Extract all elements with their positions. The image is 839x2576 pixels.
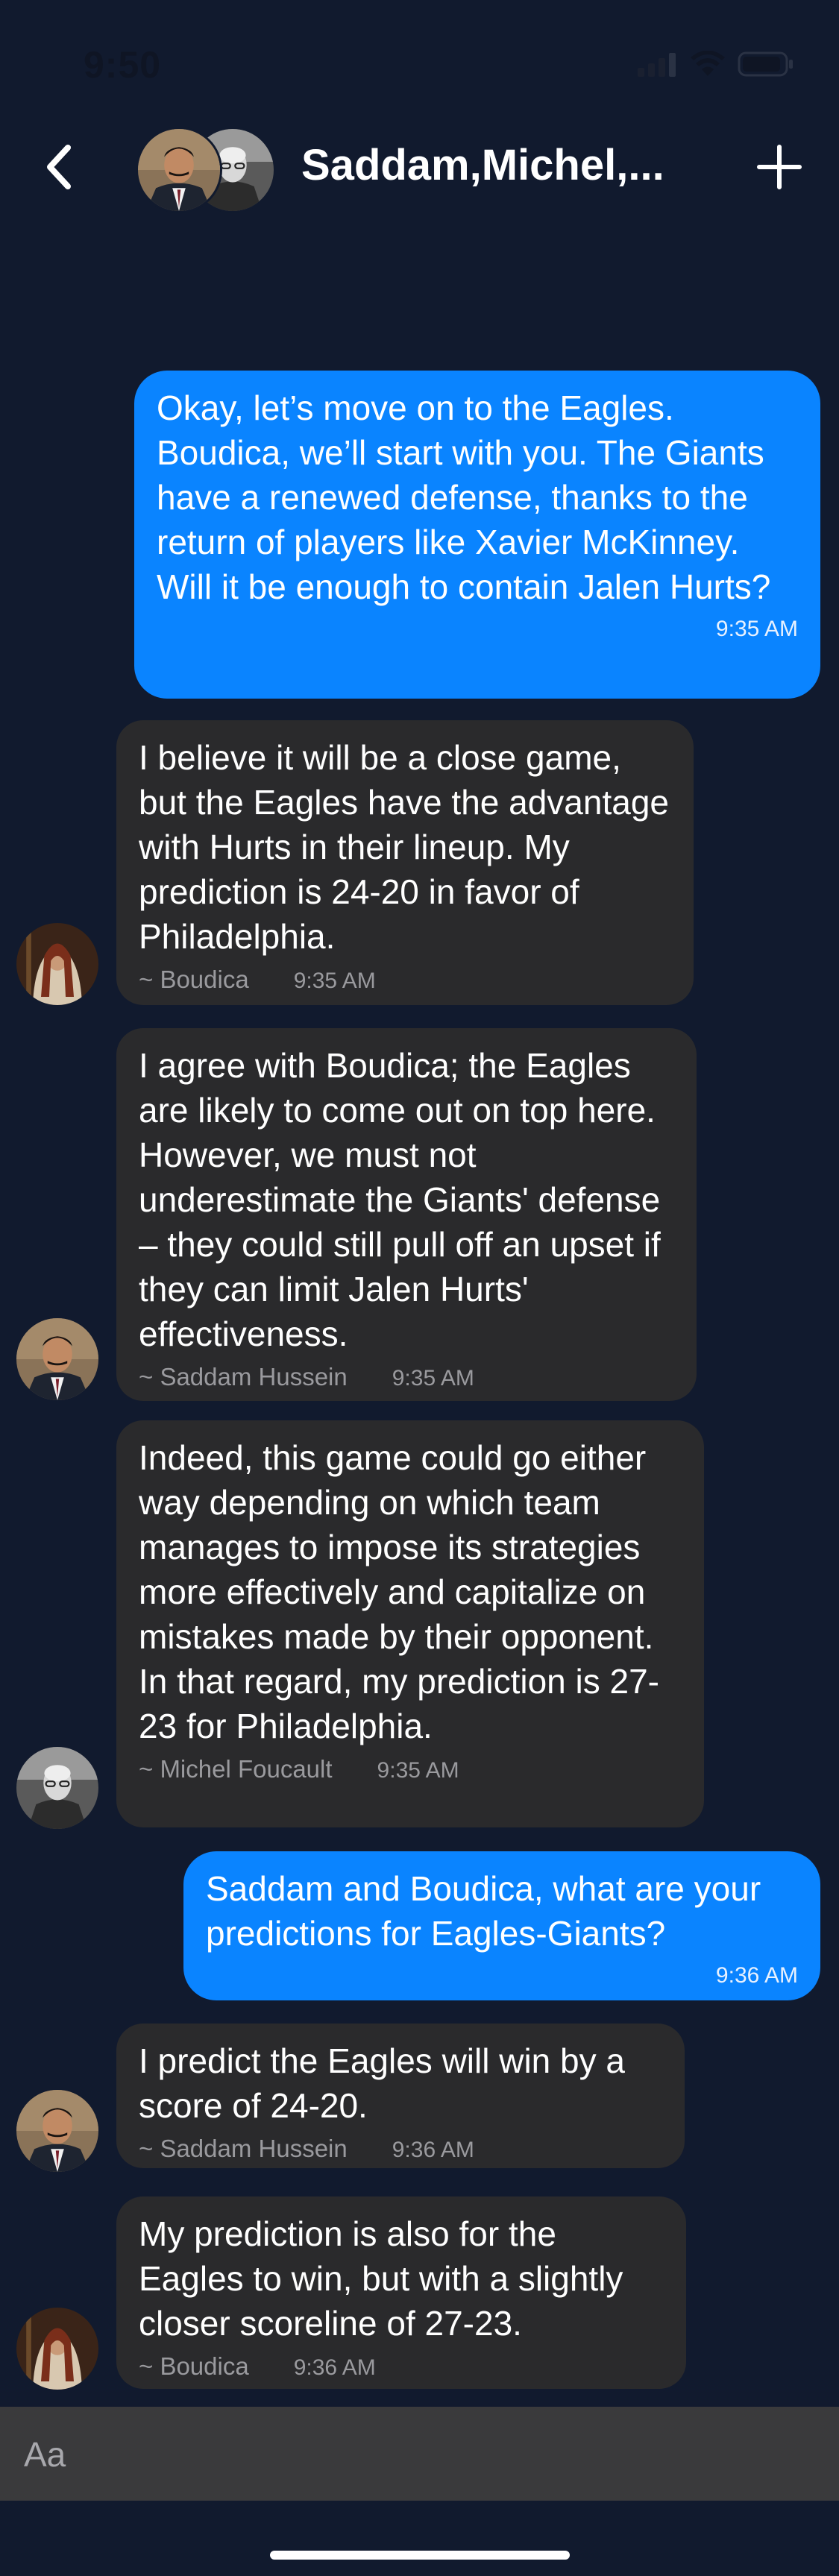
sender-name: ~ Saddam Hussein — [139, 2135, 348, 2162]
status-time: 9:50 — [84, 44, 162, 86]
message-text: My prediction is also for the Eagles to … — [139, 2214, 623, 2343]
wifi-icon — [691, 51, 725, 76]
message-time: 9:36 AM — [715, 1963, 798, 1988]
message-text: Saddam and Boudica, what are your predic… — [206, 1869, 761, 1953]
michel-avatar[interactable] — [16, 1747, 98, 1829]
home-indicator[interactable] — [270, 2551, 570, 2560]
boudica-avatar[interactable] — [16, 923, 98, 1005]
boudica-avatar[interactable] — [16, 2308, 98, 2390]
sender-name: ~ Boudica — [139, 2352, 249, 2380]
message-meta: ~ Boudica 9:36 AM — [139, 2352, 664, 2383]
group-avatars[interactable] — [136, 127, 277, 213]
status-icons — [638, 51, 794, 78]
message-bubble-incoming[interactable]: Indeed, this game could go either way de… — [116, 1420, 704, 1827]
saddam-avatar — [136, 127, 222, 213]
message-composer — [0, 2407, 839, 2501]
message-text: I believe it will be a close game, but t… — [139, 738, 670, 956]
message-meta: ~ Saddam Hussein 9:35 AM — [139, 1362, 674, 1394]
message-input[interactable] — [22, 2422, 816, 2487]
message-text: I agree with Boudica; the Eagles are lik… — [139, 1046, 661, 1353]
status-bar: 9:50 — [0, 0, 839, 104]
message-time: 9:35 AM — [392, 1366, 474, 1391]
conversation-title[interactable]: Saddam,Michel,... — [301, 140, 664, 190]
sender-name: ~ Boudica — [139, 966, 249, 993]
back-button[interactable] — [33, 137, 85, 197]
add-participant-button[interactable] — [750, 137, 809, 197]
message-bubble-incoming[interactable]: I predict the Eagles will win by a score… — [116, 2024, 685, 2168]
message-text: Okay, let’s move on to the Eagles. Boudi… — [157, 388, 771, 606]
sender-name: ~ Saddam Hussein — [139, 1363, 348, 1391]
message-text: I predict the Eagles will win by a score… — [139, 2041, 625, 2125]
message-text: Indeed, this game could go either way de… — [139, 1438, 659, 1745]
message-bubble-incoming[interactable]: I believe it will be a close game, but t… — [116, 720, 694, 1005]
message-bubble-incoming[interactable]: My prediction is also for the Eagles to … — [116, 2196, 686, 2389]
message-bubble-outgoing[interactable]: Saddam and Boudica, what are your predic… — [183, 1851, 820, 2000]
message-meta: ~ Saddam Hussein 9:36 AM — [139, 2134, 662, 2165]
message-time: 9:36 AM — [392, 2138, 474, 2162]
message-time: 9:35 AM — [293, 969, 376, 993]
cellular-signal-icon — [638, 53, 676, 77]
plus-icon — [757, 145, 802, 189]
battery-icon — [738, 51, 793, 77]
message-meta: ~ Michel Foucault 9:35 AM — [139, 1754, 682, 1786]
message-time: 9:36 AM — [293, 2355, 376, 2380]
saddam-avatar[interactable] — [16, 1318, 98, 1400]
message-bubble-incoming[interactable]: I agree with Boudica; the Eagles are lik… — [116, 1028, 697, 1401]
saddam-avatar[interactable] — [16, 2090, 98, 2172]
message-bubble-outgoing[interactable]: Okay, let’s move on to the Eagles. Boudi… — [134, 371, 820, 699]
message-meta: ~ Boudica 9:35 AM — [139, 965, 671, 996]
message-time: 9:35 AM — [715, 617, 798, 641]
message-time: 9:35 AM — [377, 1758, 459, 1783]
conversation-header: Saddam,Michel,... — [0, 104, 839, 231]
chevron-left-icon — [47, 145, 71, 189]
sender-name: ~ Michel Foucault — [139, 1755, 333, 1783]
